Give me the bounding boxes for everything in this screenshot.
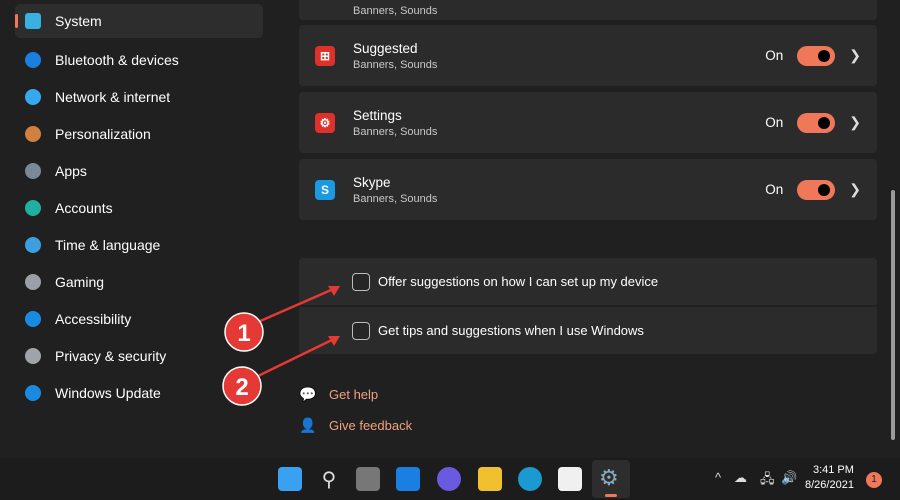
date: 8/26/2021 xyxy=(805,479,854,491)
sidebar-item-label: Personalization xyxy=(55,125,151,142)
sidebar-item-label: Bluetooth & devices xyxy=(55,51,179,68)
network-icon[interactable]: 🖧 xyxy=(760,470,775,492)
sidebar-item-label: Time & language xyxy=(55,236,161,253)
accessibility-icon xyxy=(25,310,41,327)
give-feedback-link[interactable]: 👤 Give feedback xyxy=(299,417,412,434)
store-icon[interactable] xyxy=(558,467,582,491)
settings-taskbar-button[interactable]: ⚙ xyxy=(592,460,630,498)
notification-toggle[interactable] xyxy=(797,179,836,200)
sidebar-item-system[interactable]: System xyxy=(15,4,263,38)
get-help-link[interactable]: 💬 Get help xyxy=(299,386,378,403)
feedback-icon: 👤 xyxy=(299,417,317,433)
get-help-label: Get help xyxy=(329,387,379,402)
widgets-icon[interactable] xyxy=(396,467,420,491)
chat-icon[interactable] xyxy=(437,467,461,491)
person-icon xyxy=(25,199,41,216)
search-icon[interactable]: ⚲ xyxy=(317,467,341,491)
sidebar-item-label: System xyxy=(55,13,102,29)
sidebar-item-bluetooth-devices[interactable]: Bluetooth & devices xyxy=(15,41,263,78)
bluetooth-icon xyxy=(25,51,41,68)
sidebar-item-windows-update[interactable]: Windows Update xyxy=(15,374,263,411)
toggle-state: On xyxy=(765,48,784,63)
sidebar-item-gaming[interactable]: Gaming xyxy=(15,263,263,300)
sidebar-item-label: Gaming xyxy=(55,273,105,290)
settings-gear-icon: ⚙ xyxy=(315,112,335,133)
sidebar-item-label: Network & internet xyxy=(55,88,171,105)
sidebar-item-label: Privacy & security xyxy=(55,347,167,364)
app-card-skype[interactable]: S Skype Banners, Sounds On ❯ xyxy=(299,159,877,220)
skype-icon: S xyxy=(315,179,335,200)
notification-toggle[interactable] xyxy=(797,112,836,133)
apps-icon xyxy=(25,162,41,179)
toggle-state: On xyxy=(765,115,784,130)
suggested-icon: ⊞ xyxy=(315,45,335,66)
app-subtitle: Banners, Sounds xyxy=(353,192,438,205)
help-icon: 💬 xyxy=(299,386,317,402)
checkbox[interactable] xyxy=(352,321,370,340)
checkbox[interactable] xyxy=(352,272,370,291)
active-indicator xyxy=(605,494,617,497)
app-card-partial[interactable]: Banners, Sounds xyxy=(299,0,877,20)
sidebar-item-accounts[interactable]: Accounts xyxy=(15,189,263,226)
gamepad-icon xyxy=(25,273,41,290)
brush-icon xyxy=(25,125,41,142)
app-name: Skype xyxy=(353,174,391,190)
option-label: Offer suggestions on how I can set up my… xyxy=(378,274,659,289)
time: 3:41 PM xyxy=(812,464,854,476)
sidebar-item-label: Windows Update xyxy=(55,384,161,401)
app-subtitle: Banners, Sounds xyxy=(353,125,438,138)
app-card-settings[interactable]: ⚙ Settings Banners, Sounds On ❯ xyxy=(299,92,877,153)
sidebar-item-time-language[interactable]: Time & language xyxy=(15,226,263,263)
file-explorer-icon[interactable] xyxy=(478,467,502,491)
settings-icon: ⚙ xyxy=(599,465,619,490)
chevron-right-icon[interactable]: ❯ xyxy=(849,47,861,64)
sidebar-item-label: Accounts xyxy=(55,199,113,216)
option-label: Get tips and suggestions when I use Wind… xyxy=(378,323,644,338)
globe-clock-icon xyxy=(25,236,41,253)
start-icon[interactable] xyxy=(278,467,302,491)
sidebar-item-label: Apps xyxy=(55,162,87,179)
onedrive-icon[interactable]: ☁ xyxy=(734,470,747,486)
option-row-tips[interactable]: Get tips and suggestions when I use Wind… xyxy=(299,307,877,354)
app-card-suggested[interactable]: ⊞ Suggested Banners, Sounds On ❯ xyxy=(299,25,877,86)
app-name: Settings xyxy=(353,107,402,123)
notification-badge[interactable]: 1 xyxy=(866,472,882,488)
task-view-icon[interactable] xyxy=(356,467,380,491)
show-hidden-icons[interactable]: ^ xyxy=(715,470,721,485)
sidebar-nav: System Bluetooth & devices Network & inter… xyxy=(15,4,263,411)
notification-toggle[interactable] xyxy=(797,45,836,66)
wifi-icon xyxy=(25,88,41,105)
monitor-icon xyxy=(25,13,41,29)
app-name: Suggested xyxy=(353,40,418,56)
sidebar-item-apps[interactable]: Apps xyxy=(15,152,263,189)
chevron-right-icon[interactable]: ❯ xyxy=(849,181,861,198)
sidebar-item-personalization[interactable]: Personalization xyxy=(15,115,263,152)
sidebar-item-accessibility[interactable]: Accessibility xyxy=(15,300,263,337)
app-subtitle: Banners, Sounds xyxy=(353,58,438,71)
edge-icon[interactable] xyxy=(518,467,542,491)
chevron-right-icon[interactable]: ❯ xyxy=(849,114,861,131)
tips-options-group: Offer suggestions on how I can set up my… xyxy=(299,258,877,354)
sidebar-item-network-internet[interactable]: Network & internet xyxy=(15,78,263,115)
sidebar-item-privacy-security[interactable]: Privacy & security xyxy=(15,337,263,374)
shield-icon xyxy=(25,347,41,364)
taskbar: ⚲ ⚙ ^ ☁ 🖧 🔊 3:41 PM 8/26/2021 1 xyxy=(0,458,900,500)
update-icon xyxy=(25,384,41,401)
give-feedback-label: Give feedback xyxy=(329,418,413,433)
clock[interactable]: 3:41 PM 8/26/2021 xyxy=(805,463,854,493)
toggle-state: On xyxy=(765,182,784,197)
scrollbar[interactable] xyxy=(891,190,895,440)
option-row-setup-suggestions[interactable]: Offer suggestions on how I can set up my… xyxy=(299,258,877,305)
volume-icon[interactable]: 🔊 xyxy=(781,470,797,486)
sidebar-item-label: Accessibility xyxy=(55,310,132,327)
